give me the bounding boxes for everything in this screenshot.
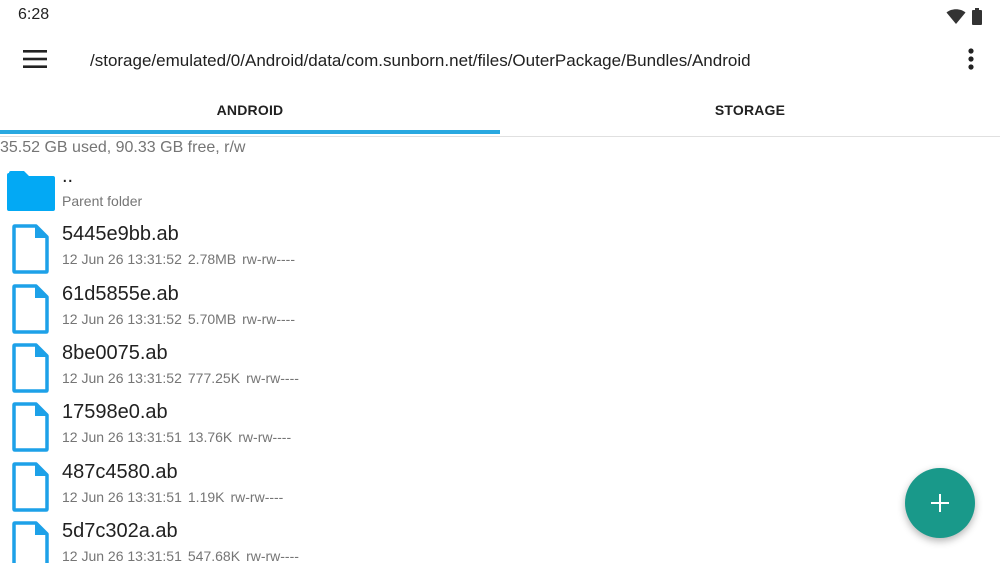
file-icon [4, 399, 58, 455]
file-meta: 12 Jun 26 13:31:51 547.68K rw-rw---- [62, 548, 299, 563]
parent-folder-name: .. [62, 165, 74, 187]
file-name: 17598e0.ab [62, 401, 168, 423]
file-icon [4, 281, 58, 337]
file-row[interactable]: 17598e0.ab 12 Jun 26 13:31:51 13.76K rw-rw… [0, 399, 880, 457]
file-date: 12 Jun 26 13:31:52 [62, 370, 182, 386]
file-icon [4, 459, 58, 515]
file-date: 12 Jun 26 13:31:51 [62, 548, 182, 563]
file-date: 12 Jun 26 13:31:51 [62, 429, 182, 445]
file-meta: 12 Jun 26 13:31:51 1.19K rw-rw---- [62, 489, 283, 505]
file-permissions: rw-rw---- [242, 311, 295, 327]
current-path: /storage/emulated/0/Android/data/com.sun… [90, 51, 751, 70]
app-bar: /storage/emulated/0/Android/data/com.sun… [0, 36, 1000, 86]
file-row[interactable]: 5445e9bb.ab 12 Jun 26 13:31:52 2.78MB rw-r… [0, 221, 880, 279]
file-size: 5.70MB [187, 311, 237, 327]
file-permissions: rw-rw---- [238, 429, 292, 445]
file-permissions: rw-rw---- [230, 489, 284, 505]
file-name: 5d7c302a.ab [62, 520, 178, 542]
file-size: 2.78MB [187, 251, 237, 267]
file-name: 8be0075.ab [62, 342, 168, 364]
wifi-icon [946, 8, 966, 25]
file-icon [4, 221, 58, 277]
parent-folder-row[interactable]: .. Parent folder [0, 163, 880, 221]
file-permissions: rw-rw---- [246, 370, 299, 386]
file-row[interactable]: 61d5855e.ab 12 Jun 26 13:31:52 5.70MB rw-r… [0, 281, 880, 339]
file-size: 13.76K [187, 429, 233, 445]
file-name: 61d5855e.ab [62, 283, 179, 305]
file-icon [4, 340, 58, 396]
tab-bar: ANDROID STORAGE [0, 88, 1000, 137]
status-time: 6:28 [18, 6, 50, 23]
file-date: 12 Jun 26 13:31:52 [62, 311, 182, 327]
menu-button[interactable] [12, 41, 58, 81]
file-size: 777.25K [187, 370, 241, 386]
file-date: 12 Jun 26 13:31:51 [62, 489, 182, 505]
file-meta: 12 Jun 26 13:31:51 13.76K rw-rw---- [62, 429, 291, 445]
status-icons [946, 8, 982, 25]
file-manager-screen: 6:28 /storage/emulated/0/Android/data/co… [0, 0, 1000, 563]
more-vert-icon [968, 47, 974, 75]
file-meta: 12 Jun 26 13:31:52 2.78MB rw-rw---- [62, 251, 295, 267]
storage-info: 35.52 GB used, 90.33 GB free, r/w [0, 139, 246, 156]
file-row[interactable]: 8be0075.ab 12 Jun 26 13:31:52 777.25K rw-r… [0, 340, 880, 398]
add-fab-button[interactable] [905, 468, 975, 538]
file-size: 1.19K [187, 489, 225, 505]
menu-icon [23, 49, 47, 73]
file-date: 12 Jun 26 13:31:52 [62, 251, 182, 267]
file-name: 487c4580.ab [62, 461, 178, 483]
folder-icon [4, 163, 58, 219]
battery-icon [972, 8, 982, 25]
file-row[interactable]: 5d7c302a.ab 12 Jun 26 13:31:51 547.68K rw-… [0, 518, 880, 563]
file-row[interactable]: 487c4580.ab 12 Jun 26 13:31:51 1.19K rw-rw… [0, 459, 880, 517]
status-bar: 6:28 [0, 0, 1000, 32]
overflow-menu-button[interactable] [956, 41, 986, 81]
file-permissions: rw-rw---- [242, 251, 295, 267]
file-permissions: rw-rw---- [246, 548, 299, 563]
file-size: 547.68K [187, 548, 241, 563]
add-icon [930, 493, 950, 513]
parent-folder-subtitle: Parent folder [62, 193, 143, 209]
file-name: 5445e9bb.ab [62, 223, 179, 245]
tab-android[interactable]: ANDROID [0, 88, 500, 132]
file-meta: 12 Jun 26 13:31:52 777.25K rw-rw---- [62, 370, 299, 386]
file-icon [4, 518, 58, 563]
tab-selected-indicator [0, 130, 500, 134]
file-meta: 12 Jun 26 13:31:52 5.70MB rw-rw---- [62, 311, 295, 327]
tab-storage[interactable]: STORAGE [500, 88, 1000, 132]
